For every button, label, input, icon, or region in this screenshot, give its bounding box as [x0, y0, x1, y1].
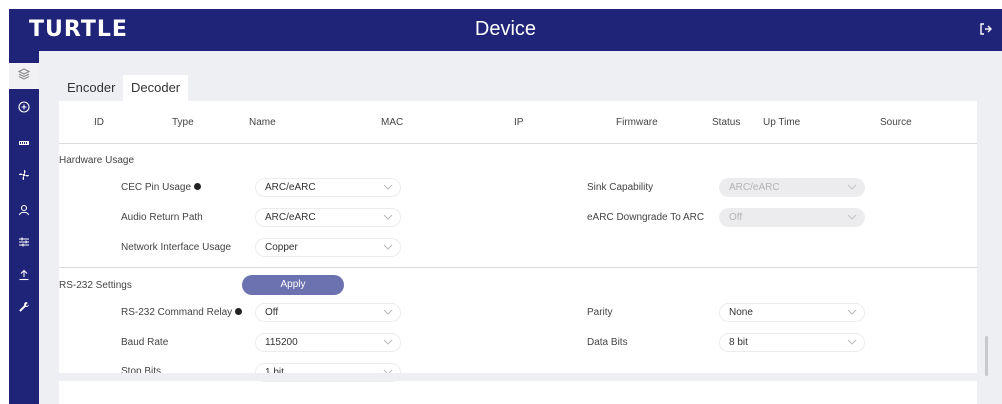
- logout-icon[interactable]: [978, 21, 994, 37]
- select-parity[interactable]: None: [719, 303, 865, 322]
- label-rs232-command-relay: RS-232 Command Relay: [121, 307, 243, 318]
- sliders-icon: [18, 235, 30, 253]
- column-header-mac[interactable]: MAC: [381, 117, 403, 128]
- label-text: CEC Pin Usage: [121, 182, 192, 193]
- user-icon: [18, 203, 30, 221]
- select-cec-pin-usage[interactable]: ARC/eARC: [255, 178, 401, 197]
- section-title-rs232: RS-232 Settings: [59, 280, 132, 291]
- select-rs232-command-relay[interactable]: Off: [255, 303, 401, 322]
- sidebar-item-settings[interactable]: [9, 231, 39, 257]
- select-value: Copper: [265, 242, 298, 253]
- select-value: 8 bit: [729, 337, 748, 348]
- select-value: Off: [265, 307, 279, 318]
- device-list-icon: [18, 136, 30, 154]
- column-header-type[interactable]: Type: [172, 117, 194, 128]
- chevron-down-icon: [383, 184, 393, 190]
- label-data-bits: Data Bits: [587, 337, 628, 348]
- add-circle-icon: [18, 100, 30, 118]
- apply-button[interactable]: Apply: [242, 275, 344, 295]
- chevron-down-icon: [847, 184, 857, 190]
- divider: [59, 267, 977, 268]
- sidebar-item-devices[interactable]: [9, 132, 39, 158]
- layers-icon: [17, 67, 31, 85]
- upload-icon: [18, 268, 30, 286]
- select-network-interface-usage[interactable]: Copper: [255, 238, 401, 257]
- chevron-down-icon: [383, 339, 393, 345]
- column-header-id[interactable]: ID: [94, 117, 104, 128]
- column-header-uptime[interactable]: Up Time: [763, 117, 800, 128]
- sidebar-item-layers[interactable]: [9, 63, 39, 89]
- chevron-down-icon: [383, 214, 393, 220]
- section-title-hardware-usage: Hardware Usage: [59, 155, 135, 166]
- select-data-bits[interactable]: 8 bit: [719, 333, 865, 352]
- tab-encoder[interactable]: Encoder: [59, 75, 123, 101]
- sidebar-item-upload[interactable]: [9, 264, 39, 290]
- device-table-header: ID Type Name MAC IP Firmware Status Up T…: [59, 101, 977, 143]
- select-value: 115200: [265, 337, 298, 348]
- label-audio-return-path: Audio Return Path: [121, 212, 203, 223]
- select-earc-downgrade: Off: [719, 208, 865, 227]
- info-icon[interactable]: [194, 182, 202, 190]
- chevron-down-icon: [847, 339, 857, 345]
- wrench-icon: [18, 300, 30, 318]
- panel-bottom-mask: [59, 373, 977, 381]
- scrollbar[interactable]: [985, 336, 988, 376]
- info-icon[interactable]: [235, 307, 243, 315]
- chevron-down-icon: [383, 244, 393, 250]
- column-header-status[interactable]: Status: [712, 117, 740, 128]
- label-parity: Parity: [587, 307, 613, 318]
- tab-decoder[interactable]: Decoder: [123, 75, 189, 101]
- chevron-down-icon: [383, 309, 393, 315]
- divider: [59, 143, 977, 144]
- column-header-name[interactable]: Name: [249, 117, 276, 128]
- content-area: Encoder Decoder ID Type Name MAC IP Firm…: [39, 51, 1002, 404]
- select-baud-rate[interactable]: 115200: [255, 333, 401, 352]
- page-title: Device: [474, 18, 537, 40]
- top-bar: TURTLE Device: [9, 9, 1002, 51]
- label-network-interface-usage: Network Interface Usage: [121, 242, 232, 253]
- select-value: ARC/eARC: [729, 182, 780, 193]
- select-value: Off: [729, 212, 743, 223]
- fan-icon: [18, 168, 30, 186]
- select-value: None: [729, 307, 753, 318]
- select-sink-capability: ARC/eARC: [719, 178, 865, 197]
- chevron-down-icon: [847, 214, 857, 220]
- column-header-firmware[interactable]: Firmware: [616, 117, 658, 128]
- label-baud-rate: Baud Rate: [121, 337, 169, 348]
- label-text: RS-232 Command Relay: [121, 307, 233, 318]
- chevron-down-icon: [847, 309, 857, 315]
- label-cec-pin-usage: CEC Pin Usage: [121, 182, 202, 193]
- sidebar-item-user[interactable]: [9, 199, 39, 225]
- select-audio-return-path[interactable]: ARC/eARC: [255, 208, 401, 227]
- label-sink-capability: Sink Capability: [587, 182, 654, 193]
- select-value: ARC/eARC: [265, 182, 316, 193]
- sidebar-item-fan[interactable]: [9, 164, 39, 190]
- column-header-ip[interactable]: IP: [514, 117, 523, 128]
- sidebar-item-add[interactable]: [9, 96, 39, 122]
- column-header-source[interactable]: Source: [880, 117, 912, 128]
- sidebar: [9, 51, 39, 404]
- decoder-panel: ID Type Name MAC IP Firmware Status Up T…: [59, 101, 977, 404]
- select-value: ARC/eARC: [265, 212, 316, 223]
- app-window: TURTLE Device Encoder Decoder ID Type Na…: [0, 0, 1002, 404]
- label-earc-downgrade: eARC Downgrade To ARC: [587, 212, 705, 223]
- sidebar-item-tools[interactable]: [9, 296, 39, 322]
